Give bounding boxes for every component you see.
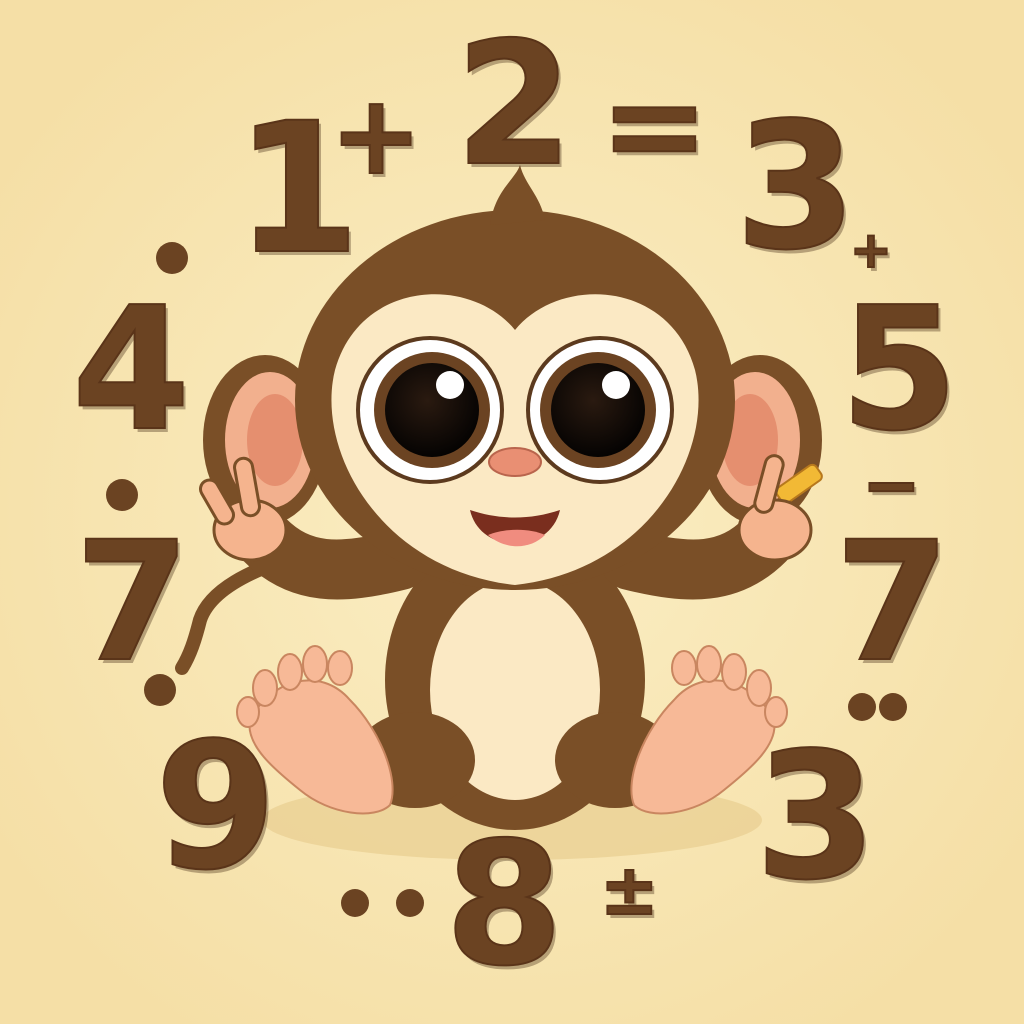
plus-minus-sign-bottom: ± [599, 849, 660, 931]
numeral-three-bottom: 3 [754, 716, 878, 919]
illustration: 1 + 2 = 3 + 4 5 7 − 7 9 8 ± 3 [0, 0, 1024, 1024]
numeral-seven-left: 7 [74, 506, 191, 698]
left-eye [356, 336, 504, 484]
numeral-seven-right: 7 [834, 506, 951, 698]
nose [488, 447, 542, 477]
numeral-four: 4 [71, 271, 191, 469]
numeral-two: 2 [454, 6, 574, 204]
plus-sign-small: + [849, 221, 893, 279]
right-eye [526, 336, 674, 484]
numeral-five: 5 [839, 271, 959, 469]
plus-sign-top: + [329, 71, 423, 199]
equals-sign: = [599, 49, 710, 201]
numeral-nine: 9 [154, 706, 278, 909]
numeral-three-top: 3 [734, 86, 858, 289]
numeral-eight: 8 [444, 806, 564, 1004]
